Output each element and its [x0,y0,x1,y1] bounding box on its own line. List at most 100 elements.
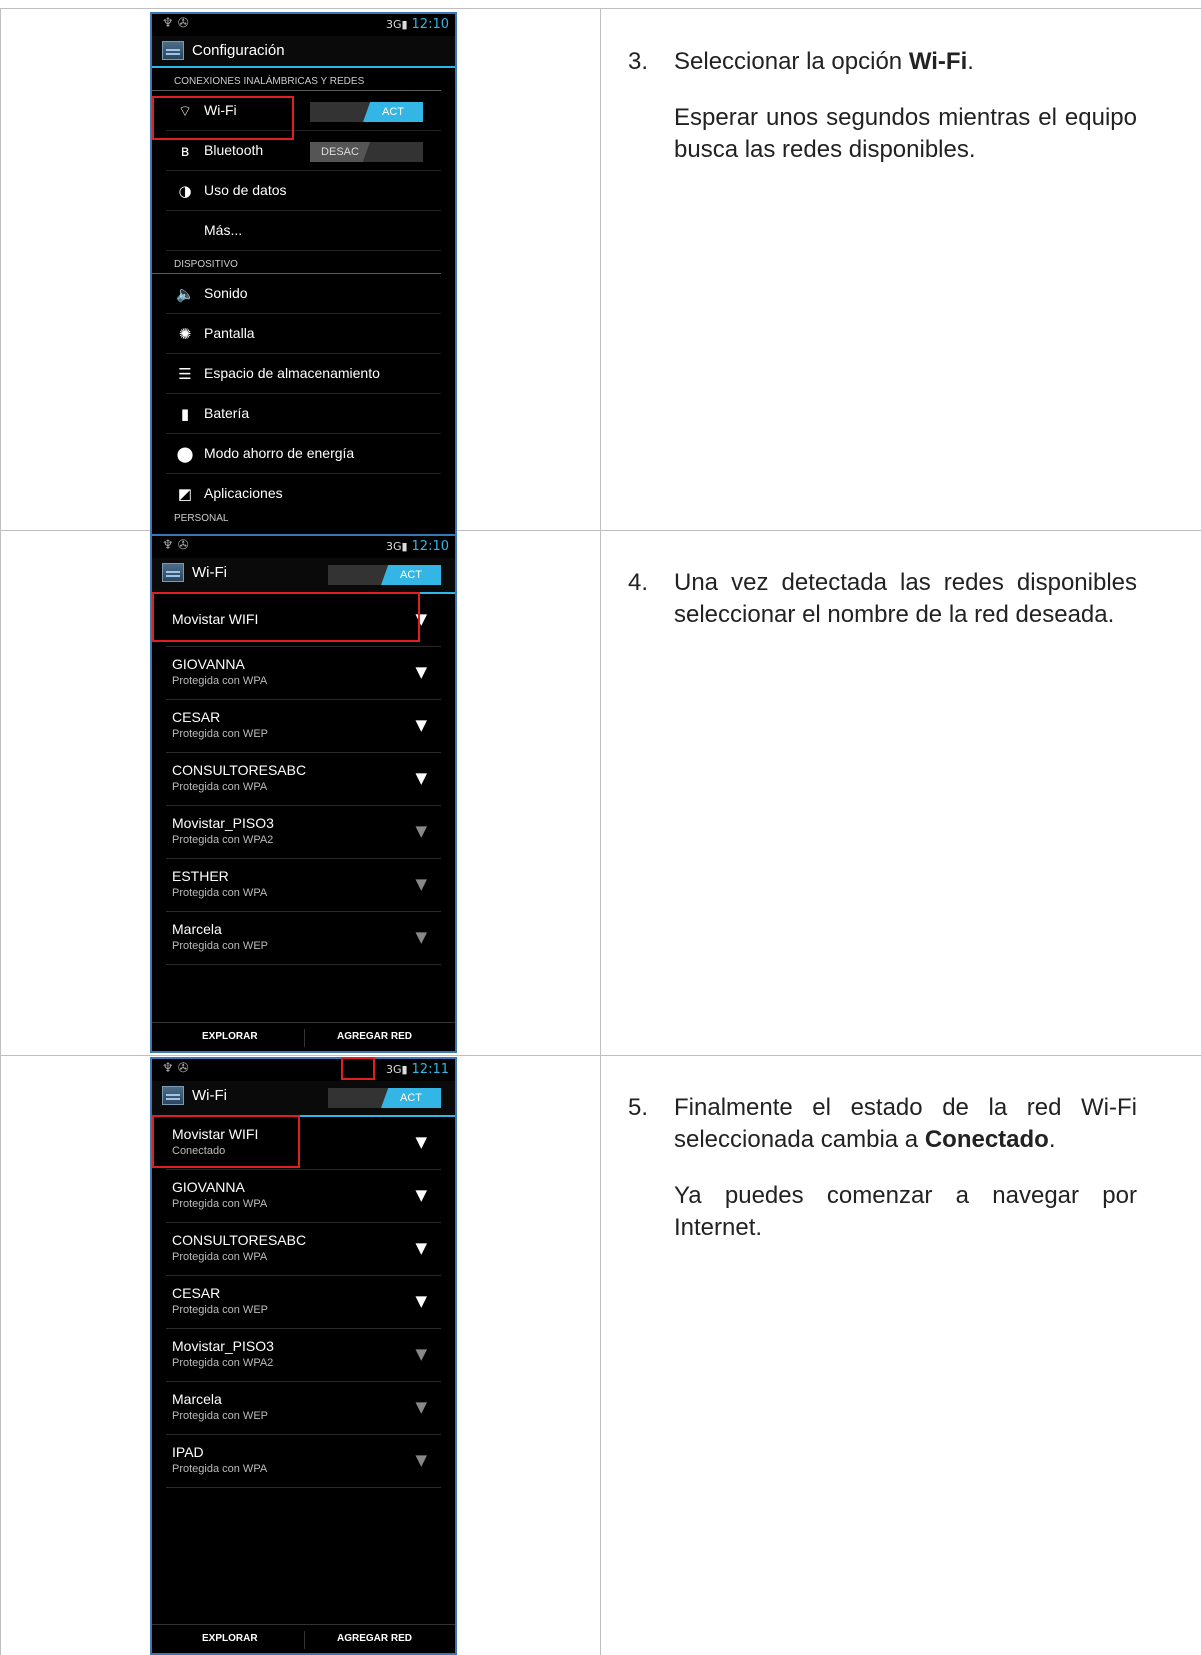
wifi-toggle[interactable]: ACT [328,1088,441,1108]
network-status: Protegida con WPA [172,1251,268,1263]
add-network-button[interactable]: AGREGAR RED [337,1633,412,1644]
network-row[interactable]: Marcela Protegida con WEP ▼ [166,912,441,965]
settings-app-icon [162,41,184,60]
wifi-signal-icon: 3G▮ [385,1063,408,1076]
network-name: CESAR [172,1285,221,1301]
column-divider [0,8,1,1655]
wifi-signal-icon: ▼ [415,1292,427,1310]
notification-icons: ♆ ✇ [162,538,189,553]
settings-app-icon [162,563,184,582]
screen-title: Wi-Fi [192,564,227,581]
status-bar: ♆ ✇ 3G▮ 12:10 [152,536,455,558]
network-row[interactable]: CONSULTORESABC Protegida con WPA ▼ [166,1223,441,1276]
network-status: Protegida con WPA [172,1463,268,1475]
network-name: GIOVANNA [172,656,245,672]
network-row[interactable]: Movistar_PISO3 Protegida con WPA2 ▼ [166,1329,441,1382]
wifi-signal-icon: ▼ [415,1239,427,1257]
bluetooth-icon: ʙ [180,142,190,160]
settings-item-power-saving[interactable]: ⬤ Modo ahorro de energía [166,434,441,474]
action-bar: Configuración [152,36,455,68]
network-name: Marcela [172,921,222,937]
network-name: CONSULTORESABC [172,1232,307,1248]
clock: 12:11 [411,1062,449,1077]
network-status: Protegida con WEP [172,728,268,740]
network-name: IPAD [172,1444,204,1460]
network-status: Protegida con WPA [172,887,268,899]
settings-item-battery[interactable]: ▮ Batería [166,394,441,434]
action-bar: Wi-Fi ACT [152,558,455,594]
add-network-button[interactable]: AGREGAR RED [337,1031,412,1042]
storage-icon: ☰ [178,365,192,383]
settings-item-data-usage[interactable]: ◑ Uso de datos [166,171,441,211]
wifi-signal-icon: ▼ [415,1398,427,1416]
wifi-toggle[interactable]: ACT [328,565,441,585]
network-row[interactable]: CESAR Protegida con WEP ▼ [166,1276,441,1329]
network-row[interactable]: GIOVANNA Protegida con WPA ▼ [166,1170,441,1223]
wifi-signal-icon: ▼ [415,1451,427,1469]
wifi-toggle[interactable]: ACT [310,102,423,122]
highlight-box [152,96,294,140]
screen-title: Wi-Fi [192,1087,227,1104]
clock: 12:10 [411,539,449,554]
network-row[interactable]: IPAD Protegida con WPA ▼ [166,1435,441,1488]
network-status: Protegida con WPA [172,675,268,687]
wifi-signal-icon: ▼ [415,663,427,681]
screen-title: Configuración [192,42,285,59]
highlight-box [152,592,420,642]
wifi-signal-icon: ▼ [415,928,427,946]
network-list: Movistar WIFI ▼ GIOVANNA Protegida con WPA ▼… [152,594,455,965]
status-bar: ♆ ✇ 3G▮ 12:11 [152,1059,455,1081]
network-name: GIOVANNA [172,1179,245,1195]
network-name: ESTHER [172,868,229,884]
settings-item-sound[interactable]: 🔈 Sonido [166,274,441,314]
settings-screenshot: ♆ ✇ 3G▮ 12:10 Configuración CONEXIONES IN… [150,12,457,556]
network-row[interactable]: ESTHER Protegida con WPA ▼ [166,859,441,912]
settings-app-icon [162,1086,184,1105]
network-row[interactable]: CESAR Protegida con WEP ▼ [166,700,441,753]
network-status: Protegida con WPA2 [172,834,274,846]
wifi-signal-icon: ▼ [415,716,427,734]
network-status: Protegida con WEP [172,1410,268,1422]
status-bar: ♆ ✇ 3G▮ 12:10 [152,14,455,36]
network-status: Protegida con WPA2 [172,1357,274,1369]
signal-icon: 3G▮ [385,540,408,553]
location-pin-icon: ⬤ [176,445,194,463]
bluetooth-toggle[interactable]: DESAC [310,142,423,162]
section-header: CONEXIONES INALÁMBRICAS Y REDES [152,68,441,91]
apps-icon: ◩ [177,485,193,503]
network-list: Movistar WIFI Conectado ▼ GIOVANNA Protegida… [152,1117,455,1488]
highlight-box [152,1115,300,1168]
settings-item-more[interactable]: Más... [166,211,441,251]
network-row[interactable]: CONSULTORESABC Protegida con WPA ▼ [166,753,441,806]
bottom-action-bar: EXPLORAR AGREGAR RED [152,1624,455,1653]
network-row[interactable]: GIOVANNA Protegida con WPA ▼ [166,647,441,700]
wifi-signal-icon: ▼ [415,1133,427,1151]
section-header-personal: PERSONAL [174,513,229,524]
scan-button[interactable]: EXPLORAR [202,1633,258,1644]
settings-item-storage[interactable]: ☰ Espacio de almacenamiento [166,354,441,394]
column-divider [600,8,601,1655]
network-name: CONSULTORESABC [172,762,307,778]
sound-icon: 🔈 [176,285,195,303]
wifi-signal-icon: ▼ [415,769,427,787]
network-name: CESAR [172,709,221,725]
network-name: Marcela [172,1391,222,1407]
network-status: Protegida con WPA [172,1198,268,1210]
wifi-signal-icon: ▼ [415,875,427,893]
settings-item-display[interactable]: ✺ Pantalla [166,314,441,354]
signal-icon: 3G▮ [385,18,408,31]
settings-item-apps[interactable]: ◩ Aplicaciones [166,474,441,513]
section-header: DISPOSITIVO [152,251,441,274]
network-status: Protegida con WEP [172,940,268,952]
network-name: Movistar_PISO3 [172,815,274,831]
network-row[interactable]: Marcela Protegida con WEP ▼ [166,1382,441,1435]
clock: 12:10 [411,17,449,32]
battery-icon: ▮ [180,405,190,423]
scan-button[interactable]: EXPLORAR [202,1031,258,1042]
display-icon: ✺ [178,325,192,343]
notification-icons: ♆ ✇ [162,1061,189,1076]
network-row[interactable]: Movistar_PISO3 Protegida con WPA2 ▼ [166,806,441,859]
action-bar: Wi-Fi ACT [152,1081,455,1117]
network-name: Movistar_PISO3 [172,1338,274,1354]
wifi-signal-icon: ▼ [415,1345,427,1363]
